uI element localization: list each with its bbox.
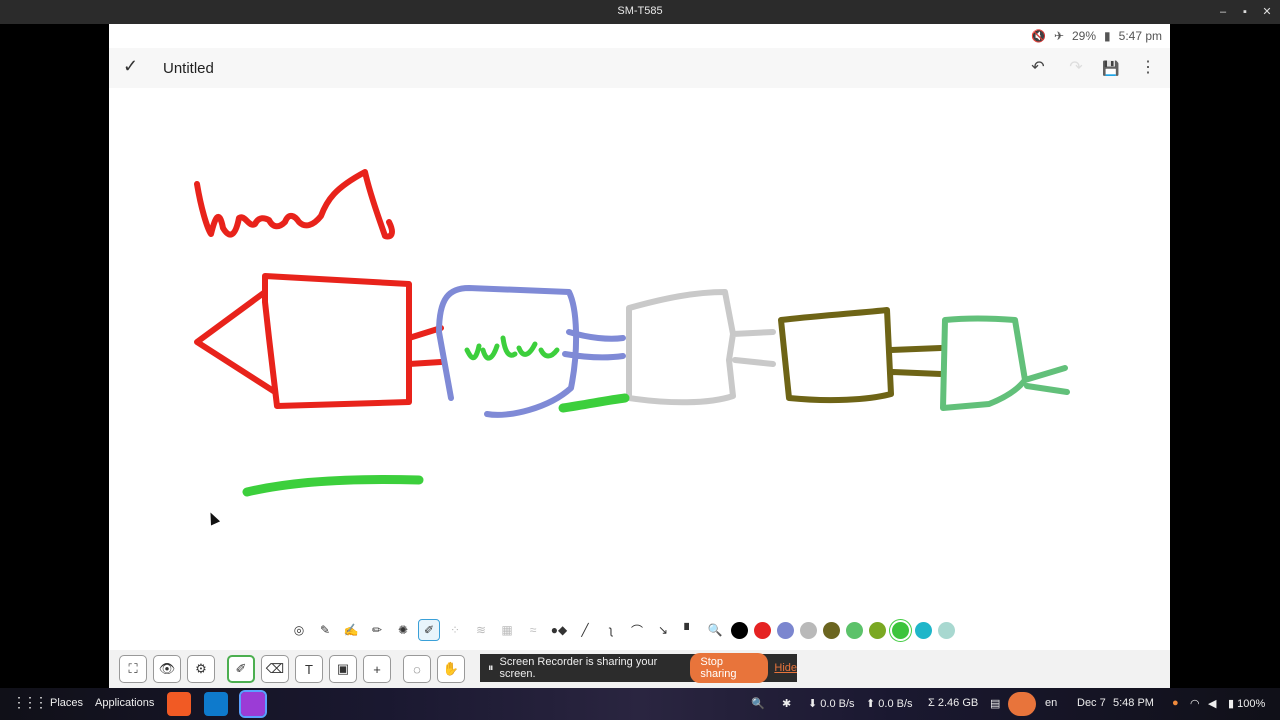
taskbar-date[interactable]: Dec 7 bbox=[1077, 697, 1106, 709]
extension-icon[interactable]: ✱ bbox=[782, 697, 791, 710]
green-underline-stroke bbox=[242, 475, 424, 497]
drawing-canvas[interactable] bbox=[109, 88, 1170, 618]
keyboard-language[interactable]: en bbox=[1045, 697, 1057, 709]
brush-pen-icon[interactable]: ✍ bbox=[341, 620, 361, 640]
app-bar: ✓ Untitled ↶ ↷ 💾 ⋮ bbox=[109, 48, 1170, 88]
airplane-icon: ✈ bbox=[1053, 29, 1064, 43]
red-scribble-stroke bbox=[194, 169, 395, 240]
add-button[interactable]: + bbox=[363, 655, 391, 683]
light-green-shape-stroke bbox=[940, 315, 1070, 411]
color-swatch[interactable] bbox=[846, 621, 863, 639]
recording-indicator-icon[interactable] bbox=[1008, 692, 1036, 716]
upload-speed: ⬆ 0.0 B/s bbox=[866, 698, 913, 710]
download-speed: ⬇ 0.0 B/s bbox=[808, 698, 855, 710]
color-swatch[interactable] bbox=[915, 621, 932, 639]
stop-sharing-button[interactable]: Stop sharing bbox=[690, 653, 769, 683]
green-data-text-stroke bbox=[464, 335, 560, 361]
recorder-message: Screen Recorder is sharing your screen. bbox=[499, 656, 658, 680]
green-stripe-stroke bbox=[558, 393, 630, 413]
color-swatch[interactable] bbox=[800, 621, 817, 639]
texture-pen-icon[interactable]: ▦ bbox=[497, 620, 517, 640]
pen-style-ring-pen-icon[interactable]: ◎ bbox=[289, 620, 309, 640]
pen-tool-button[interactable]: ✐ bbox=[227, 655, 255, 683]
highlighter-pen-icon[interactable]: ✎ bbox=[315, 620, 335, 640]
taskbar-battery[interactable]: ▮ 100% bbox=[1228, 697, 1265, 710]
eraser-button[interactable]: ⌫ bbox=[261, 655, 289, 683]
pen-and-color-strip: ◎ ✎ ✍ ✏ ✺ ✐ ⁘ ≋ ▦ ≈ ●◆ ╱ ʅ ⌒ ↘ ▘ 🔍 bbox=[289, 618, 955, 642]
red-body-stroke bbox=[262, 273, 412, 409]
color-swatch[interactable] bbox=[823, 621, 840, 639]
fullscreen-button[interactable]: ⛶ bbox=[119, 655, 147, 683]
upload-speed-value: 0.0 B/s bbox=[878, 698, 913, 710]
places-menu[interactable]: Places bbox=[50, 697, 83, 709]
minimize-button[interactable]: – bbox=[1214, 3, 1232, 21]
olive-box-stroke bbox=[778, 307, 944, 404]
maximize-button[interactable]: ▪ bbox=[1236, 3, 1254, 21]
settings-button[interactable]: ⚙ bbox=[187, 655, 215, 683]
color-swatch[interactable] bbox=[777, 621, 794, 639]
bottom-toolbar: ⏸ Screen Recorder is sharing your screen… bbox=[109, 650, 1170, 688]
volume-icon[interactable]: ◀ bbox=[1208, 697, 1216, 710]
marker-pen-icon[interactable]: ✐ bbox=[418, 619, 440, 641]
save-icon[interactable]: 💾 bbox=[1099, 56, 1123, 80]
document-title[interactable]: Untitled bbox=[163, 60, 214, 77]
blur-pen-icon[interactable]: ≈ bbox=[523, 620, 543, 640]
red-connector-stroke bbox=[406, 325, 444, 367]
canvas-strokes bbox=[194, 169, 1070, 497]
close-button[interactable]: ✕ bbox=[1258, 3, 1276, 21]
color-swatch[interactable] bbox=[754, 621, 771, 639]
color-swatch[interactable] bbox=[731, 621, 748, 639]
app-grid-icon[interactable]: ⋮⋮⋮ bbox=[12, 694, 48, 711]
pause-icon[interactable]: ⏸ bbox=[488, 662, 494, 675]
spray-pen-icon[interactable]: ✺ bbox=[393, 620, 413, 640]
color-swatch[interactable] bbox=[869, 621, 886, 639]
host-taskbar: ⋮⋮⋮ Places Applications 🔍 ✱ ⬇ 0.0 B/s ⬆ … bbox=[0, 688, 1280, 720]
battery-percent: 29% bbox=[1072, 29, 1097, 43]
text-tool-button[interactable]: T bbox=[295, 655, 323, 683]
smudge-pen-icon[interactable]: ≋ bbox=[471, 620, 491, 640]
taskbar-time[interactable]: 5:48 PM bbox=[1113, 697, 1154, 709]
image-tool-button[interactable]: ▣ bbox=[329, 655, 357, 683]
connector-pen-icon[interactable]: ●◆ bbox=[549, 620, 569, 640]
arc-pen-icon[interactable]: ⌒ bbox=[627, 620, 647, 640]
screen-recorder-notice: ⏸ Screen Recorder is sharing your screen… bbox=[480, 653, 797, 683]
line-pen-icon[interactable]: ╱ bbox=[575, 620, 595, 640]
lasso-button[interactable]: ◌ bbox=[403, 655, 431, 683]
window-titlebar: SM-T585 – ▪ ✕ bbox=[0, 0, 1280, 24]
hide-link[interactable]: Hide bbox=[774, 662, 797, 674]
search-icon[interactable]: 🔍 bbox=[751, 697, 765, 710]
brave-browser-icon[interactable] bbox=[167, 692, 191, 716]
vscode-icon[interactable] bbox=[204, 692, 228, 716]
color-swatch[interactable] bbox=[938, 621, 955, 639]
clipboard-icon[interactable]: ▤ bbox=[990, 697, 1000, 710]
device-screen: 🔇 ✈ 29% ▮ 5:47 pm ✓ Untitled ↶ ↷ 💾 ⋮ ◎ ✎… bbox=[109, 24, 1170, 688]
pencil-pen-icon[interactable]: ✏ bbox=[367, 620, 387, 640]
more-options-icon[interactable]: ⋮ bbox=[1136, 56, 1160, 80]
window-title: SM-T585 bbox=[617, 5, 663, 17]
zigzag-pen-icon[interactable]: ʅ bbox=[601, 620, 621, 640]
redo-icon[interactable]: ↷ bbox=[1064, 56, 1088, 80]
download-speed-value: 0.0 B/s bbox=[820, 698, 855, 710]
memory-usage: Σ 2.46 GB bbox=[928, 697, 979, 709]
undo-icon[interactable]: ↶ bbox=[1026, 56, 1050, 80]
applications-menu[interactable]: Applications bbox=[95, 697, 154, 709]
dots-pen-icon[interactable]: ⁘ bbox=[445, 620, 465, 640]
microphone-icon[interactable]: ● bbox=[1172, 697, 1179, 709]
status-time: 5:47 pm bbox=[1118, 29, 1162, 43]
hand-button[interactable]: ✋ bbox=[437, 655, 465, 683]
scrcpy-app-icon[interactable] bbox=[239, 690, 267, 718]
point-pen-icon[interactable]: ▘ bbox=[679, 620, 699, 640]
memory-value: 2.46 GB bbox=[937, 697, 979, 709]
arrow-pen-icon[interactable]: ↘ bbox=[653, 620, 673, 640]
confirm-icon[interactable]: ✓ bbox=[123, 56, 138, 77]
wifi-icon[interactable]: ◠ bbox=[1190, 697, 1200, 710]
view-button[interactable]: 👁 bbox=[153, 655, 181, 683]
taskbar-battery-value: 100% bbox=[1237, 698, 1266, 710]
color-swatch[interactable] bbox=[892, 621, 909, 639]
battery-icon: ▮ bbox=[1104, 29, 1111, 43]
android-status-bar: 🔇 ✈ 29% ▮ 5:47 pm bbox=[1031, 27, 1162, 45]
mute-icon: 🔇 bbox=[1030, 29, 1046, 43]
gray-box-stroke bbox=[626, 289, 776, 406]
magnifier-pen-icon[interactable]: 🔍 bbox=[705, 620, 725, 640]
